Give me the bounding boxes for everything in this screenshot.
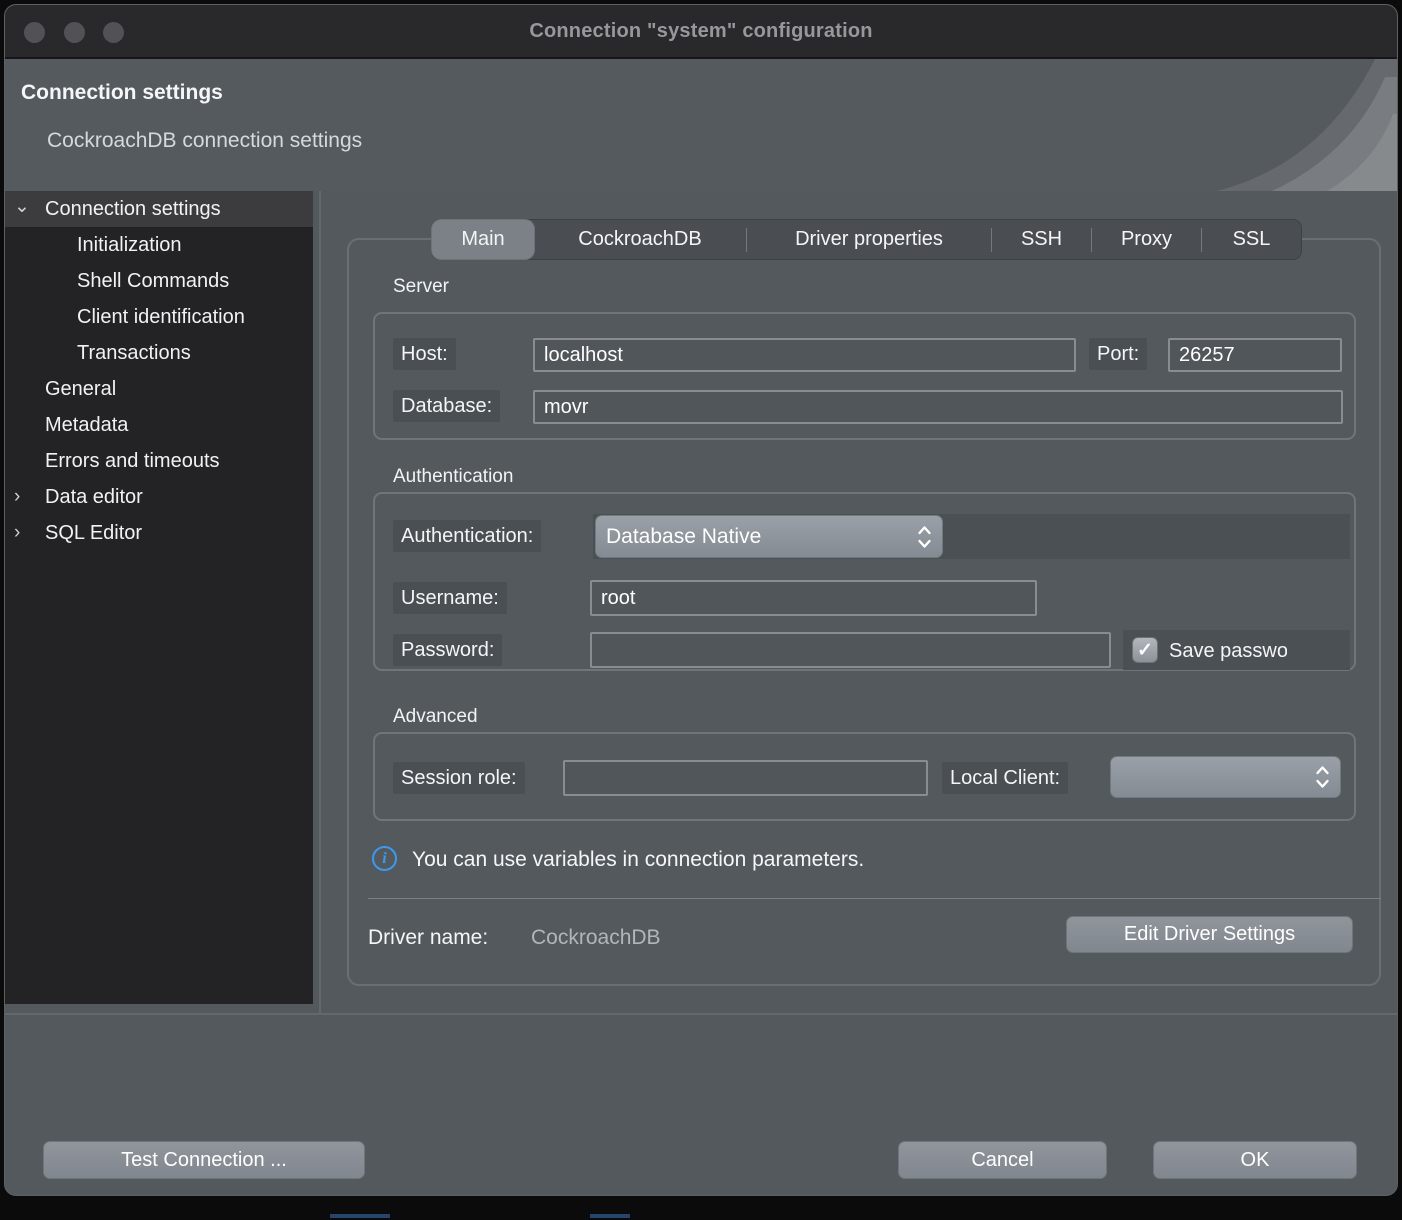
test-connection-button[interactable]: Test Connection ...	[43, 1141, 365, 1179]
background-window-fragment	[330, 1214, 390, 1218]
tab-proxy[interactable]: Proxy	[1092, 220, 1201, 259]
authentication-select[interactable]: Database Native	[595, 515, 943, 558]
authentication-group-legend: Authentication	[393, 466, 513, 488]
main-tab-panel: Server Host: Port: Database: Authenticat…	[347, 238, 1381, 986]
sidebar-item-shell-commands[interactable]: Shell Commands	[5, 263, 313, 299]
header-decoration-arcs	[1097, 59, 1397, 191]
button-bar: Test Connection ... Cancel OK	[5, 1015, 1397, 1195]
chevron-right-icon[interactable]: ›	[14, 515, 38, 551]
sidebar-item-label: Initialization	[5, 234, 182, 256]
authentication-label: Authentication:	[393, 520, 541, 552]
window-title: Connection "system" configuration	[5, 20, 1397, 43]
info-message: You can use variables in connection para…	[412, 848, 864, 872]
settings-tree: ⌄ Connection settings Initialization She…	[5, 191, 313, 1004]
advanced-group: Session role: Local Client:	[373, 732, 1356, 821]
main-area: ⌄ Connection settings Initialization She…	[5, 191, 1397, 1013]
local-client-label: Local Client:	[942, 762, 1068, 794]
database-input[interactable]	[533, 390, 1343, 424]
password-label: Password:	[393, 634, 502, 666]
sidebar-item-label: General	[5, 378, 116, 400]
tab-driver-properties[interactable]: Driver properties	[747, 220, 991, 259]
info-icon: i	[372, 846, 397, 871]
password-input[interactable]	[590, 632, 1111, 668]
tab-cockroachdb[interactable]: CockroachDB	[534, 220, 746, 259]
host-label: Host:	[393, 338, 456, 370]
sidebar-item-client-identification[interactable]: Client identification	[5, 299, 313, 335]
tab-ssh[interactable]: SSH	[992, 220, 1091, 259]
authentication-select-value: Database Native	[606, 525, 917, 549]
background-window-fragment	[590, 1214, 630, 1218]
local-client-select[interactable]	[1110, 756, 1341, 798]
page-subtitle: CockroachDB connection settings	[47, 129, 362, 153]
ok-button[interactable]: OK	[1153, 1141, 1357, 1179]
driver-name-label: Driver name:	[368, 926, 488, 950]
server-group: Host: Port: Database:	[373, 312, 1356, 440]
session-role-input[interactable]	[563, 760, 928, 796]
tab-ssl[interactable]: SSL	[1202, 220, 1301, 259]
sidebar-item-label: Client identification	[5, 306, 245, 328]
sidebar-item-initialization[interactable]: Initialization	[5, 227, 313, 263]
advanced-group-legend: Advanced	[393, 706, 478, 728]
sidebar-item-connection-settings[interactable]: ⌄ Connection settings	[5, 191, 313, 227]
sidebar-item-errors-and-timeouts[interactable]: Errors and timeouts	[5, 443, 313, 479]
sidebar-item-label: Metadata	[5, 414, 128, 436]
session-role-label: Session role:	[393, 762, 525, 794]
page-title: Connection settings	[21, 81, 223, 105]
username-label: Username:	[393, 582, 507, 614]
driver-separator	[368, 898, 1381, 899]
connection-config-dialog: Connection "system" configuration Connec…	[4, 4, 1398, 1196]
username-input[interactable]	[590, 580, 1037, 616]
port-label: Port:	[1089, 338, 1147, 370]
cancel-button[interactable]: Cancel	[898, 1141, 1107, 1179]
chevron-down-icon[interactable]: ⌄	[14, 189, 38, 225]
dialog-header: Connection settings CockroachDB connecti…	[5, 59, 1397, 191]
tab-main[interactable]: Main	[432, 220, 534, 259]
updown-chevron-icon	[917, 524, 932, 550]
authentication-group: Authentication: Database Native Username…	[373, 492, 1356, 671]
updown-chevron-icon	[1315, 764, 1330, 790]
settings-content: Main CockroachDB Driver properties SSH P…	[321, 191, 1397, 1013]
sidebar-item-metadata[interactable]: Metadata	[5, 407, 313, 443]
tab-bar: Main CockroachDB Driver properties SSH P…	[431, 219, 1302, 260]
driver-name-value: CockroachDB	[531, 926, 661, 950]
titlebar: Connection "system" configuration	[5, 5, 1397, 59]
save-password-label[interactable]: Save password	[1169, 640, 1287, 663]
save-password-checkbox[interactable]: ✓	[1132, 637, 1158, 663]
sidebar-item-sql-editor[interactable]: › SQL Editor	[5, 515, 313, 551]
host-input[interactable]	[533, 338, 1076, 372]
database-label: Database:	[393, 390, 500, 422]
chevron-right-icon[interactable]: ›	[14, 479, 38, 515]
server-group-legend: Server	[393, 276, 449, 298]
port-input[interactable]	[1168, 338, 1342, 372]
sidebar-item-data-editor[interactable]: › Data editor	[5, 479, 313, 515]
sidebar-item-label: Transactions	[5, 342, 191, 364]
sidebar-item-label: Errors and timeouts	[5, 450, 220, 472]
sidebar-item-general[interactable]: General	[5, 371, 313, 407]
sidebar-item-label: Shell Commands	[5, 270, 229, 292]
edit-driver-settings-button[interactable]: Edit Driver Settings	[1066, 916, 1353, 953]
sidebar-item-transactions[interactable]: Transactions	[5, 335, 313, 371]
